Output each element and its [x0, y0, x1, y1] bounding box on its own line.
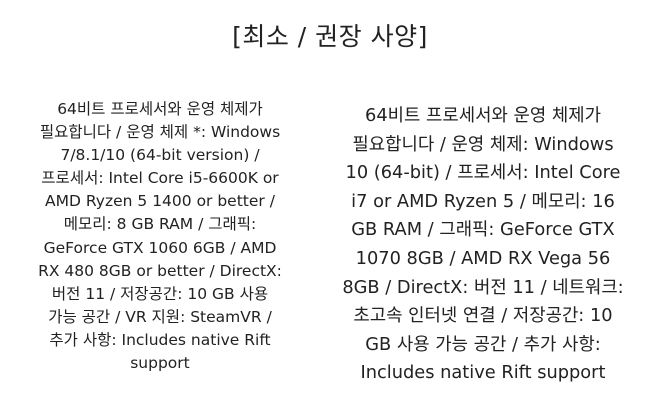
- minimum-spec-line: 버전 11 / 저장공간: 10 GB 사용: [51, 284, 269, 303]
- recommended-spec-block: 64비트 프로세서와 운영 체제가 필요합니다 / 운영 체제: Windows…: [328, 102, 638, 388]
- minimum-spec-line: 가능 공간 / VR 지원: SteamVR /: [48, 307, 272, 326]
- minimum-spec-line: 프로세서: Intel Core i5-6600K or: [41, 169, 279, 188]
- minimum-spec-line: RX 480 8GB or better / DirectX:: [38, 261, 282, 280]
- spec-page: [최소 / 권장 사양] 64비트 프로세서와 운영 체제가 필요합니다 / 운…: [0, 0, 660, 409]
- minimum-spec-line: AMD Ryzen 5 1400 or better /: [45, 192, 275, 211]
- recommended-spec-line: 8GB / DirectX: 버전 11 / 네트워크:: [342, 276, 624, 298]
- minimum-spec-line: GeForce GTX 1060 6GB / AMD: [43, 238, 277, 257]
- recommended-spec-line: 1070 8GB / AMD RX Vega 56: [355, 247, 611, 269]
- recommended-spec-line: GB RAM / 그래픽: GeForce GTX: [351, 219, 615, 241]
- minimum-spec-line: 추가 사항: Includes native Rift: [49, 330, 271, 349]
- minimum-spec-line: 메모리: 8 GB RAM / 그래픽:: [63, 215, 257, 234]
- minimum-spec-line: 64비트 프로세서와 운영 체제가: [57, 100, 263, 118]
- recommended-spec-line: 10 (64-bit) / 프로세서: Intel Core: [345, 162, 621, 184]
- spec-heading: [최소 / 권장 사양]: [232, 22, 428, 51]
- minimum-spec-line: 7/8.1/10 (64-bit version) /: [60, 146, 260, 165]
- recommended-spec-line: Includes native Rift support: [360, 362, 606, 384]
- recommended-spec-line: 필요합니다 / 운영 체제: Windows: [352, 133, 614, 155]
- minimum-spec-line: support: [130, 354, 190, 373]
- minimum-spec-block: 64비트 프로세서와 운영 체제가 필요합니다 / 운영 체제 *: Windo…: [22, 98, 298, 375]
- recommended-spec-line: GB 사용 가능 공간 / 추가 사항:: [365, 333, 601, 355]
- recommended-spec-line: 초고속 인터넷 연결 / 저장공간: 10: [353, 305, 613, 327]
- recommended-spec-line: 64비트 프로세서와 운영 체제가: [365, 105, 601, 126]
- minimum-spec-line: 필요합니다 / 운영 체제 *: Windows: [39, 123, 281, 142]
- recommended-spec-line: i7 or AMD Ryzen 5 / 메모리: 16: [351, 190, 615, 212]
